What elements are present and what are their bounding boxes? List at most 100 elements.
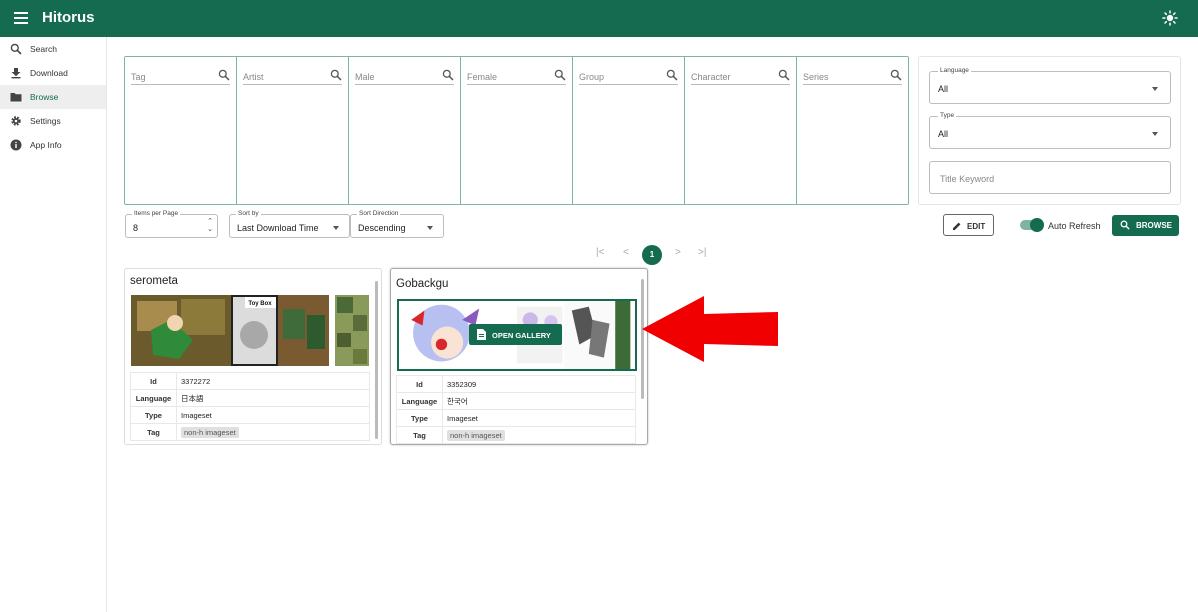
filter-panel: Language All Type All Title Keyword [918, 56, 1181, 205]
row-value: Imageset [176, 406, 370, 424]
table-row: Id 3352309 [396, 375, 636, 393]
theme-toggle-icon[interactable] [1162, 10, 1178, 26]
tag-search-field[interactable]: Tag [131, 67, 230, 85]
group-column[interactable]: Group [573, 57, 685, 204]
sort-direction-value: Descending [358, 223, 406, 233]
series-column[interactable]: Series [797, 57, 908, 204]
sidebar-item-settings[interactable]: Settings [0, 109, 106, 133]
tag-column[interactable]: Tag [125, 57, 237, 204]
gear-icon [11, 116, 21, 126]
male-search-field[interactable]: Male [355, 67, 454, 85]
stepper-arrows-icon[interactable]: ⌃ ⌄ [207, 218, 213, 234]
next-page-button[interactable]: > [675, 247, 681, 258]
items-per-page-stepper[interactable]: Items per Page 8 ⌃ ⌄ [125, 210, 218, 238]
artist-search-field[interactable]: Artist [243, 67, 342, 85]
chevron-down-icon [1152, 132, 1158, 136]
row-key: Type [396, 409, 443, 427]
search-icon[interactable] [890, 69, 902, 81]
row-key: Language [396, 392, 443, 410]
language-label: Language [938, 67, 971, 74]
table-row: Type Imageset [130, 406, 370, 424]
search-icon[interactable] [442, 69, 454, 81]
search-icon [1120, 220, 1130, 230]
sidebar-item-search[interactable]: Search [0, 37, 106, 61]
last-page-button[interactable]: >| [698, 247, 706, 258]
type-value: All [938, 129, 949, 139]
sort-by-select[interactable]: Sort by Last Download Time [229, 210, 350, 238]
row-key: Id [130, 372, 177, 390]
gallery-card[interactable]: Gobackgu OPEN GALLERY Id 3352309 Language… [390, 268, 648, 445]
female-field-label: Female [467, 72, 498, 82]
artist-column[interactable]: Artist [237, 57, 349, 204]
sidebar-item-download[interactable]: Download [0, 61, 106, 85]
gallery-title: Gobackgu [396, 278, 449, 290]
female-search-field[interactable]: Female [467, 67, 566, 85]
language-select[interactable]: Language All [929, 67, 1171, 104]
search-icon[interactable] [218, 69, 230, 81]
auto-refresh-toggle[interactable] [1020, 218, 1044, 232]
tag-field-label: Tag [131, 72, 146, 82]
tag-filter-panel: Tag Artist Male Female Group Character S… [124, 56, 909, 205]
first-page-button[interactable]: |< [596, 247, 604, 258]
search-icon[interactable] [554, 69, 566, 81]
folder-icon [10, 93, 22, 102]
search-icon[interactable] [666, 69, 678, 81]
character-field-label: Character [691, 72, 731, 82]
sidebar-item-browse[interactable]: Browse [0, 85, 106, 109]
prev-page-button[interactable]: < [623, 247, 629, 258]
character-column[interactable]: Character [685, 57, 797, 204]
search-icon[interactable] [330, 69, 342, 81]
tag-chip[interactable]: non-h imageset [447, 429, 505, 441]
title-keyword-input[interactable]: Title Keyword [929, 161, 1171, 194]
app-title: Hitorus [42, 9, 95, 26]
row-value: Imageset [442, 409, 636, 427]
series-field-label: Series [803, 72, 829, 82]
gallery-thumbnails[interactable]: Toy Box [131, 295, 369, 366]
open-gallery-button[interactable]: OPEN GALLERY [469, 324, 562, 345]
sort-direction-select[interactable]: Sort Direction Descending [350, 210, 444, 238]
table-row: Type Imageset [396, 409, 636, 427]
sidebar-item-app-info[interactable]: App Info [0, 133, 106, 157]
type-select[interactable]: Type All [929, 112, 1171, 149]
character-search-field[interactable]: Character [691, 67, 790, 85]
series-search-field[interactable]: Series [803, 67, 902, 85]
sidebar: Search Download Browse Settings App Info [0, 37, 107, 612]
row-value: 3372272 [176, 372, 370, 390]
male-field-label: Male [355, 72, 375, 82]
browse-button[interactable]: BROWSE [1112, 215, 1179, 236]
pencil-icon [953, 222, 961, 230]
row-key: Tag [130, 423, 177, 441]
table-row: Language 日本語 [130, 389, 370, 407]
app-bar: Hitorus [0, 0, 1198, 37]
tag-chip[interactable]: non-h imageset [181, 426, 239, 438]
group-search-field[interactable]: Group [579, 67, 678, 85]
items-per-page-value: 8 [133, 223, 139, 233]
table-row: Id 3372272 [130, 372, 370, 390]
chevron-down-icon [1152, 87, 1158, 91]
gallery-card[interactable]: serometa Toy Box Id 3372272 Language 日本語 T… [124, 268, 382, 445]
sidebar-item-label: Download [30, 68, 68, 78]
table-row: Tag non-h imageset [396, 426, 636, 444]
row-value: 3352309 [442, 375, 636, 393]
row-key: Id [396, 375, 443, 393]
items-per-page-label: Items per Page [132, 210, 181, 217]
page-1-button[interactable]: 1 [642, 245, 662, 265]
gallery-title: serometa [130, 275, 178, 287]
sidebar-item-label: App Info [30, 140, 62, 150]
search-icon[interactable] [778, 69, 790, 81]
female-column[interactable]: Female [461, 57, 573, 204]
pagination: |< < 1 > >| [592, 245, 717, 265]
card-scrollbar[interactable] [375, 281, 378, 439]
title-keyword-placeholder: Title Keyword [940, 174, 995, 184]
group-field-label: Group [579, 72, 605, 82]
artist-field-label: Artist [243, 72, 264, 82]
chevron-down-icon [427, 226, 433, 230]
sort-direction-label: Sort Direction [357, 210, 401, 217]
row-key: Tag [396, 426, 443, 444]
menu-icon[interactable] [14, 12, 28, 24]
language-value: All [938, 84, 949, 94]
info-icon [10, 139, 22, 151]
male-column[interactable]: Male [349, 57, 461, 204]
edit-button[interactable]: EDIT [943, 214, 994, 236]
sidebar-item-label: Browse [30, 92, 59, 102]
